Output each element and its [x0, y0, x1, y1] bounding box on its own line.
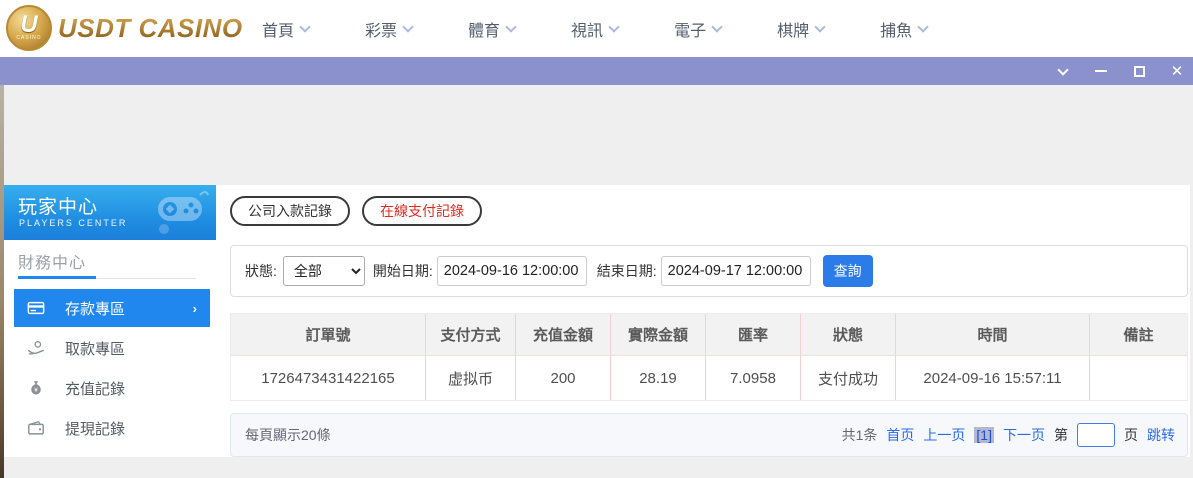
chevron-down-icon [402, 21, 413, 32]
column-header: 時間 [896, 314, 1090, 356]
query-button[interactable]: 查詢 [823, 255, 873, 287]
nav-item-6[interactable]: 棋牌 [777, 17, 824, 41]
column-header: 充值金額 [516, 314, 611, 356]
column-header: 實際金額 [611, 314, 706, 356]
tab-2[interactable]: 在線支付記錄 [362, 196, 482, 226]
jump-prefix-label: 第 [1054, 425, 1068, 445]
table-cell [1090, 356, 1187, 400]
wallet-icon [27, 419, 45, 437]
table-row: 1726473431422165虚拟币20028.197.0958支付成功202… [231, 356, 1187, 400]
first-page-link[interactable]: 首页 [886, 425, 914, 445]
end-date-input[interactable] [661, 256, 811, 286]
chevron-down-icon [814, 21, 825, 32]
coin-letter: U [20, 15, 37, 35]
prev-page-link[interactable]: 上一页 [923, 425, 965, 445]
sidebar-subtitle: PLAYERS CENTER [19, 218, 127, 228]
table-header-row: 訂單號支付方式充值金額實際金額匯率狀態時間備註 [231, 314, 1187, 356]
sidebar-item-label: 存款專區 [65, 298, 125, 319]
nav-item-2[interactable]: 彩票 [365, 17, 412, 41]
end-date-label: 結束日期: [597, 261, 657, 281]
chevron-down-icon [711, 21, 722, 32]
filter-panel: 狀態: 全部 開始日期: 結束日期: 查詢 [230, 245, 1188, 297]
sidebar-item-3[interactable]: ¥充值記錄› [14, 369, 210, 407]
chevron-down-icon [299, 21, 310, 32]
gamepad-icon [144, 189, 210, 235]
sidebar-item-4[interactable]: 提現記錄› [14, 409, 210, 447]
nav-label: 體育 [468, 17, 500, 41]
coin-logo-icon: U CASINO [6, 5, 52, 51]
section-underline [18, 276, 196, 279]
column-header: 備註 [1090, 314, 1187, 356]
tab-1[interactable]: 公司入款記錄 [230, 196, 350, 226]
coin-caption: CASINO [16, 35, 41, 41]
nav-label: 彩票 [365, 17, 397, 41]
start-date-input[interactable] [437, 256, 587, 286]
table-cell: 1726473431422165 [231, 356, 426, 400]
status-select[interactable]: 全部 [283, 256, 365, 286]
brand-name: USDT CASINO [58, 13, 243, 44]
nav-item-1[interactable]: 首頁 [262, 17, 309, 41]
bank-card-icon [27, 299, 45, 317]
table-cell: 28.19 [611, 356, 706, 400]
column-header: 訂單號 [231, 314, 426, 356]
nav-label: 電子 [674, 17, 706, 41]
table-body: 1726473431422165虚拟币20028.197.0958支付成功202… [231, 356, 1187, 400]
window-controls: ✕ [1055, 57, 1185, 85]
pagination-controls: 共1条 首页 上一页 [1] 下一页 第 页 跳转 [842, 423, 1175, 447]
column-header: 狀態 [801, 314, 896, 356]
main-nav: 首頁 彩票 體育 視訊 電子 棋牌 捕魚 [262, 0, 927, 57]
sidebar-item-label: 取款專區 [65, 338, 125, 359]
sidebar-item-1[interactable]: 存款專區 › [14, 289, 210, 327]
maximize-icon[interactable] [1131, 63, 1147, 79]
money-bag-icon: ¥ [27, 379, 45, 397]
nav-label: 棋牌 [777, 17, 809, 41]
column-header: 支付方式 [426, 314, 516, 356]
pagination-bar: 每頁顯示20條 共1条 首页 上一页 [1] 下一页 第 页 跳转 [230, 413, 1188, 457]
sidebar: 玩家中心 PLAYERS CENTER 財務中心 存款專區 › 取款專區› ¥ 充值記錄… [4, 185, 216, 457]
chevron-down-icon [917, 21, 928, 32]
table-cell: 7.0958 [706, 356, 801, 400]
page-size-text: 每頁顯示20條 [245, 425, 331, 445]
hand-money-icon [27, 339, 45, 357]
chevron-down-icon[interactable] [1055, 63, 1071, 79]
sidebar-title: 玩家中心 [18, 192, 98, 219]
minimize-icon[interactable] [1093, 63, 1109, 79]
table-cell: 200 [516, 356, 611, 400]
top-header: U CASINO USDT CASINO 首頁 彩票 體育 視訊 電子 棋牌 捕魚 [0, 0, 1193, 57]
nav-item-3[interactable]: 體育 [468, 17, 515, 41]
chevron-right-icon: › [193, 301, 197, 316]
table-cell: 虚拟币 [426, 356, 516, 400]
nav-item-4[interactable]: 視訊 [571, 17, 618, 41]
records-table: 訂單號支付方式充值金額實際金額匯率狀態時間備註 1726473431422165… [230, 313, 1188, 401]
chevron-down-icon [505, 21, 516, 32]
sidebar-section-title: 財務中心 [18, 249, 86, 273]
svg-text:¥: ¥ [34, 387, 38, 394]
jump-suffix-label: 页 [1124, 425, 1138, 445]
sidebar-item-label: 充值記錄 [65, 378, 125, 399]
table-cell: 支付成功 [801, 356, 896, 400]
next-page-link[interactable]: 下一页 [1003, 425, 1045, 445]
start-date-label: 開始日期: [373, 261, 433, 281]
nav-item-5[interactable]: 電子 [674, 17, 721, 41]
column-header: 匯率 [706, 314, 801, 356]
sidebar-item-label: 提現記錄 [65, 418, 125, 439]
jump-button[interactable]: 跳转 [1147, 425, 1175, 445]
sidebar-item-2[interactable]: 取款專區› [14, 329, 210, 367]
brand-logo: U CASINO USDT CASINO [6, 5, 243, 51]
record-tabs: 公司入款記錄在線支付記錄 [230, 196, 482, 226]
sidebar-menu: 存款專區 ›取款專區› ¥ 充值記錄 › 提現記錄› [14, 289, 210, 449]
close-icon[interactable]: ✕ [1169, 63, 1185, 79]
nav-label: 視訊 [571, 17, 603, 41]
nav-label: 首頁 [262, 17, 294, 41]
nav-label: 捕魚 [880, 17, 912, 41]
current-page-indicator: [1] [974, 427, 994, 443]
nav-item-7[interactable]: 捕魚 [880, 17, 927, 41]
total-count-text: 共1条 [842, 425, 878, 445]
chevron-down-icon [608, 21, 619, 32]
status-label: 狀態: [245, 261, 277, 281]
sidebar-header: 玩家中心 PLAYERS CENTER [4, 185, 216, 240]
table-cell: 2024-09-16 15:57:11 [896, 356, 1090, 400]
window-titlebar: ✕ [0, 57, 1193, 85]
jump-page-input[interactable] [1077, 423, 1115, 447]
